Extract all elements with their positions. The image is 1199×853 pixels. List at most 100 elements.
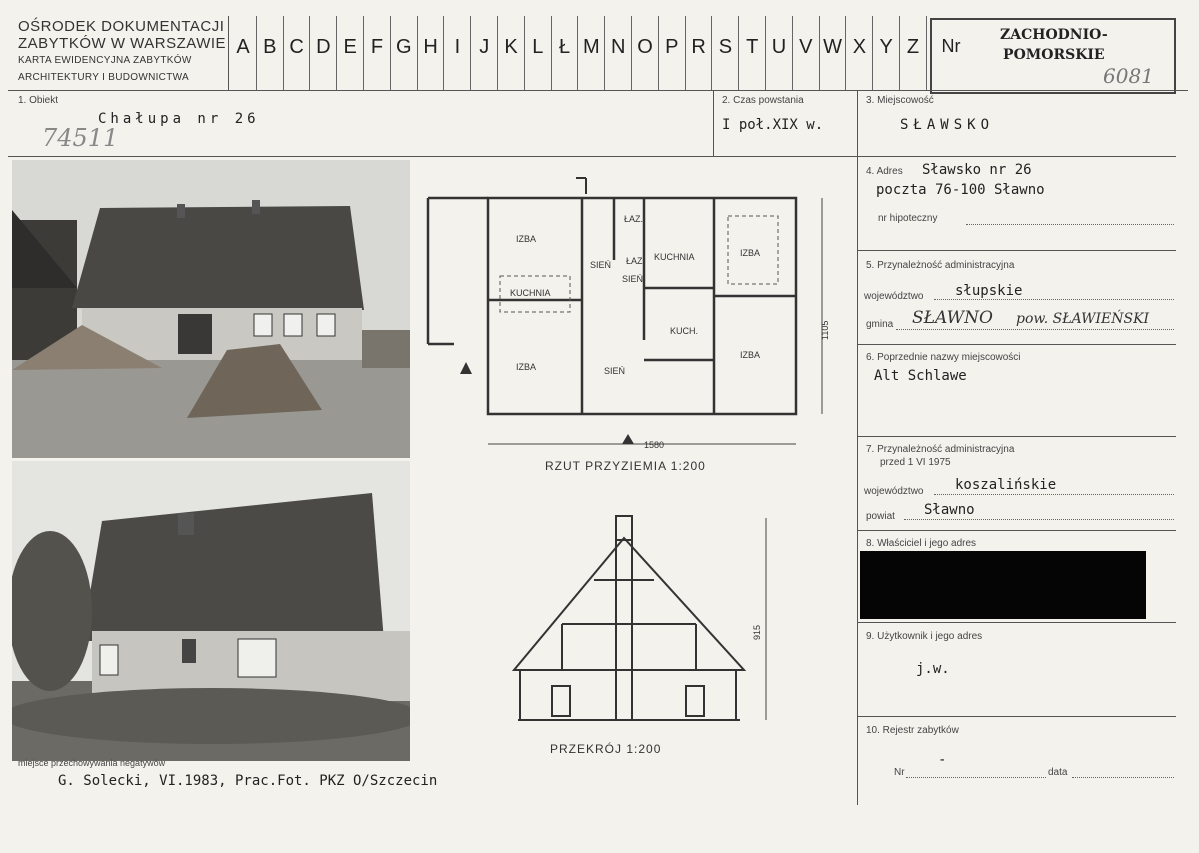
room-label: SIEŃ	[590, 260, 611, 270]
divider	[857, 90, 858, 805]
field-5-gmina-extra: pow. SŁAWIEŃSKI	[1016, 311, 1150, 327]
index-letter: I	[454, 36, 461, 58]
index-letter: E	[343, 36, 357, 58]
photo-front-image	[12, 160, 410, 458]
photo-front-view	[12, 160, 410, 458]
dotted-line	[934, 299, 1174, 300]
field-7-woj-value: koszalińskie	[955, 477, 1057, 493]
field-6-label: 6. Poprzednie nazwy miejscowości	[866, 352, 1021, 363]
divider	[858, 344, 1176, 345]
dotted-line	[904, 519, 1174, 520]
index-letter: K	[504, 36, 518, 58]
index-letter: X	[852, 36, 867, 58]
index-letter: R	[691, 36, 706, 58]
cross-section-drawing: 915	[511, 515, 767, 721]
index-letter: W	[823, 36, 843, 58]
field-4-value-1: Sławsko nr 26	[922, 162, 1032, 178]
divider	[8, 156, 1176, 157]
field-3-label: 3. Miejscowość	[866, 95, 934, 106]
dotted-line	[934, 494, 1174, 495]
index-letter: J	[479, 36, 490, 58]
field-4-value-2: poczta 76-100 Sławno	[876, 182, 1045, 198]
field-5-label: 5. Przynależność administracyjna	[866, 260, 1015, 271]
field-10-label: 10. Rejestr zabytków	[866, 725, 959, 736]
room-label: SIEŃ	[604, 366, 625, 376]
index-letter: P	[665, 36, 679, 58]
room-label: IZBA	[516, 234, 536, 244]
institution-line-3: KARTA EWIDENCYJNA ZABYTKÓW	[18, 55, 192, 66]
index-letter: S	[718, 36, 733, 58]
field-7-label-1: 7. Przynależność administracyjna	[866, 444, 1015, 455]
field-6-value: Alt Schlawe	[874, 368, 967, 384]
section-title: PRZEKRÓJ 1:200	[550, 742, 662, 756]
field-4-label: 4. Adres	[866, 166, 903, 177]
field-9-value: j.w.	[916, 661, 950, 677]
record-card: OŚRODEK DOKUMENTACJI ZABYTKÓW W WARSZAWI…	[0, 0, 1199, 853]
index-letter: O	[637, 36, 653, 58]
field-2-label: 2. Czas powstania	[722, 95, 804, 106]
index-letter: L	[532, 36, 544, 58]
field-1-value: Chałupa nr 26	[98, 111, 260, 127]
field-1-handwritten: 74511	[42, 124, 119, 152]
field-7-woj-label: województwo	[864, 486, 924, 497]
field-5-gmina-label: gmina	[866, 319, 894, 330]
room-label: SIEŃ	[622, 274, 643, 284]
field-7-label-2: przed 1 VI 1975	[880, 457, 951, 468]
index-letter: B	[263, 36, 277, 58]
index-letter: A	[236, 36, 250, 58]
field-10-nr-label: Nr	[894, 767, 905, 778]
section-height-dimension: 915	[752, 625, 762, 640]
room-label: ŁAZ	[626, 256, 643, 266]
institution-line-1: OŚRODEK DOKUMENTACJI	[18, 18, 225, 35]
institution-header: OŚRODEK DOKUMENTACJI ZABYTKÓW W WARSZAWI…	[18, 18, 226, 86]
divider	[713, 90, 714, 156]
room-label: KUCHNIA	[510, 288, 551, 298]
dotted-line	[1072, 777, 1174, 778]
field-8-label: 8. Właściciel i jego adres	[866, 538, 977, 549]
field-10-nr-value: -	[938, 752, 947, 768]
dotted-line	[896, 329, 1174, 330]
photo-side-image	[12, 461, 410, 761]
field-10-date-label: data	[1048, 767, 1068, 778]
room-label: ŁAZ.	[624, 214, 643, 224]
plan-width-dimension: 1580	[644, 440, 664, 450]
dotted-line	[966, 224, 1174, 225]
index-divider	[925, 16, 927, 90]
divider	[8, 90, 1188, 91]
index-letter: M	[583, 36, 600, 58]
field-7-pow-value: Sławno	[924, 502, 975, 518]
region-line-1: ZACHODNIO-	[1000, 27, 1108, 43]
institution-line-4: ARCHITEKTURY I BUDOWNICTWA	[18, 72, 189, 83]
index-letter: T	[746, 36, 759, 58]
redacted-owner	[860, 551, 1146, 619]
divider	[858, 530, 1176, 531]
room-label: IZBA	[740, 248, 760, 258]
dotted-line	[906, 777, 1046, 778]
plan-title: RZUT PRZYZIEMIA 1:200	[545, 459, 706, 473]
index-letter: G	[396, 36, 412, 58]
ground-floor-plan: IZBA KUCHNIA ŁAZ. SIEŃ ŁAZ SIEŃ KUCHNIA IZBA IZB…	[426, 177, 830, 450]
field-5-woj-value: słupskie	[955, 283, 1023, 299]
region-number: 6081	[1103, 64, 1154, 88]
index-letter: Y	[879, 36, 893, 58]
field-2-value: I poł.XIX w.	[722, 117, 824, 133]
index-letter: Ł	[559, 36, 571, 58]
index-letter: U	[771, 36, 787, 58]
region-name: ZACHODNIO- POMORSKIE	[1000, 25, 1108, 65]
divider	[858, 716, 1176, 717]
index-letter: C	[289, 36, 304, 58]
plan-depth-dimension: 1105	[820, 321, 830, 340]
room-label: KUCH.	[670, 326, 698, 336]
photo-credit: G. Solecki, VI.1983, Prac.Fot. PKZ O/Szc…	[58, 773, 438, 789]
field-4-sub-label: nr hipoteczny	[878, 213, 938, 224]
institution-line-2: ZABYTKÓW W WARSZAWIE	[18, 35, 227, 52]
index-letter: Z	[906, 36, 920, 58]
field-7-pow-label: powiat	[866, 511, 895, 522]
index-letter: H	[423, 36, 438, 58]
region-line-2: POMORSKIE	[1003, 47, 1105, 63]
negatives-note: miejsce przechowywania negatywów	[18, 758, 166, 768]
room-label: IZBA	[740, 350, 760, 360]
field-3-value: SŁAWSKO	[900, 117, 995, 133]
field-5-gmina-value: SŁAWNO	[912, 308, 993, 328]
field-1-label: 1. Obiekt	[18, 95, 59, 106]
